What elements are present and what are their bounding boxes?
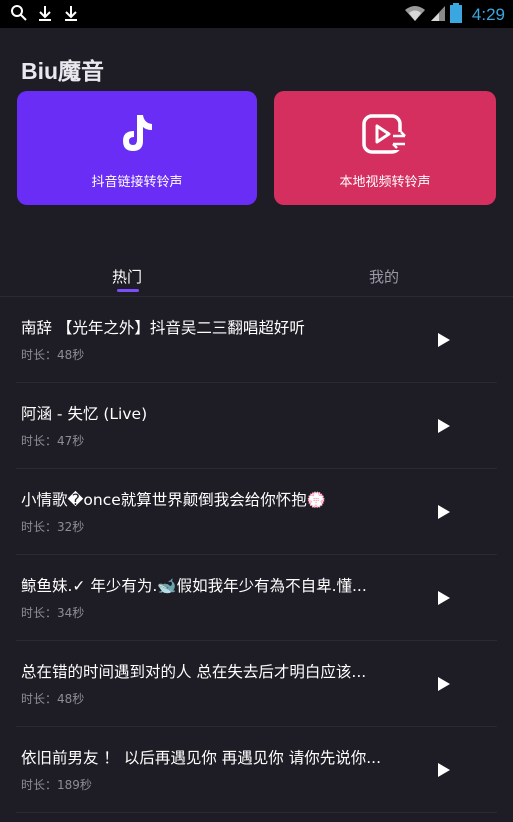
list-item[interactable]: 小情歌�once就算世界颠倒我会给你怀抱💮 时长：32秒 bbox=[16, 469, 497, 555]
list-item[interactable]: 南辞 【光年之外】抖音吴二三翻唱超好听 时长：48秒 bbox=[16, 297, 497, 383]
play-icon[interactable] bbox=[434, 760, 454, 780]
list-item[interactable]: 阿涵 - 失忆 (Live) 时长：47秒 bbox=[16, 383, 497, 469]
play-icon[interactable] bbox=[434, 502, 454, 522]
app-title: Biu魔音 bbox=[21, 58, 105, 84]
song-duration: 时长：48秒 bbox=[21, 348, 85, 362]
battery-icon bbox=[449, 3, 462, 27]
wifi-icon bbox=[404, 4, 426, 26]
status-time: 4:29 bbox=[471, 5, 505, 24]
local-video-to-ringtone-button[interactable]: 本地视频转铃声 bbox=[274, 91, 496, 205]
tab-mine[interactable]: 我的 bbox=[369, 266, 399, 287]
tiktok-link-to-ringtone-button[interactable]: 抖音链接转铃声 bbox=[17, 91, 257, 205]
download-icon bbox=[62, 4, 80, 26]
list-item[interactable]: 鲸鱼妹.✓ 年少有为.🐋假如我年少有為不自卑.懂... 时长：34秒 bbox=[16, 555, 497, 641]
video-convert-icon bbox=[361, 111, 409, 157]
play-icon[interactable] bbox=[434, 588, 454, 608]
song-duration: 时长：47秒 bbox=[21, 434, 85, 448]
song-duration: 时长：32秒 bbox=[21, 520, 85, 534]
song-list: 南辞 【光年之外】抖音吴二三翻唱超好听 时长：48秒 阿涵 - 失忆 (Live… bbox=[0, 297, 513, 813]
search-icon bbox=[10, 4, 28, 26]
play-icon[interactable] bbox=[434, 330, 454, 350]
tab-bar: 热门 我的 bbox=[0, 262, 513, 296]
download-icon bbox=[36, 4, 54, 26]
play-icon[interactable] bbox=[434, 416, 454, 436]
song-title: 依旧前男友 ！ 以后再遇见你 再遇见你 请你先说你... bbox=[21, 749, 381, 767]
tiktok-icon bbox=[117, 111, 157, 157]
song-duration: 时长：34秒 bbox=[21, 606, 85, 620]
song-duration: 时长：189秒 bbox=[21, 778, 92, 792]
tiktok-card-label: 抖音链接转铃声 bbox=[91, 175, 183, 190]
local-video-card-label: 本地视频转铃声 bbox=[339, 175, 431, 190]
song-duration: 时长：48秒 bbox=[21, 692, 85, 706]
play-icon[interactable] bbox=[434, 674, 454, 694]
song-title: 小情歌�once就算世界颠倒我会给你怀抱💮 bbox=[21, 491, 327, 509]
song-title: 鲸鱼妹.✓ 年少有为.🐋假如我年少有為不自卑.懂... bbox=[21, 577, 367, 595]
list-item[interactable]: 依旧前男友 ！ 以后再遇见你 再遇见你 请你先说你... 时长：189秒 bbox=[16, 727, 497, 813]
signal-icon bbox=[430, 4, 446, 26]
tab-hot[interactable]: 热门 bbox=[112, 266, 142, 287]
song-title: 总在错的时间遇到对的人 总在失去后才明白应该... bbox=[21, 663, 367, 681]
song-title: 阿涵 - 失忆 (Live) bbox=[21, 405, 148, 423]
tab-active-indicator bbox=[117, 289, 139, 292]
status-bar: 4:29 bbox=[0, 0, 513, 28]
song-title: 南辞 【光年之外】抖音吴二三翻唱超好听 bbox=[21, 319, 305, 337]
list-item[interactable]: 总在错的时间遇到对的人 总在失去后才明白应该... 时长：48秒 bbox=[16, 641, 497, 727]
